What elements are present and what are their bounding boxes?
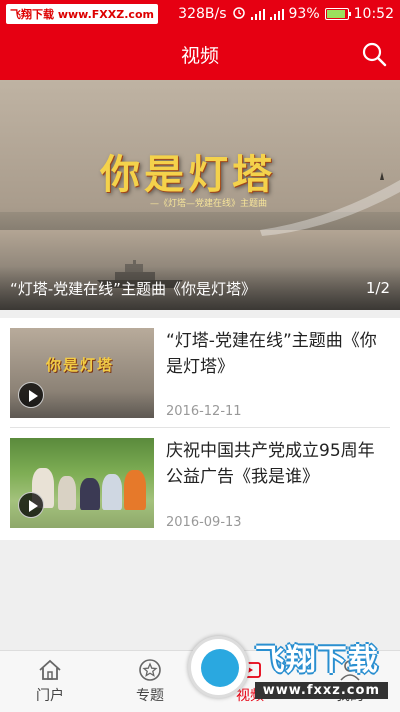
watermark-url: www.fxxz.com (254, 682, 388, 699)
clock: 10:52 (353, 6, 394, 22)
play-icon (18, 492, 44, 518)
search-icon (362, 42, 387, 67)
video-thumbnail: 你是灯塔 (10, 328, 154, 418)
video-date: 2016-09-13 (166, 515, 242, 530)
watermark-overlay: 飞翔下载 www.fxxz.com (188, 632, 388, 702)
star-icon (139, 659, 161, 681)
banner-caption-text: “灯塔-党建在线”主题曲《你是灯塔》 (10, 279, 256, 298)
video-thumbnail (10, 438, 154, 528)
video-date: 2016-12-11 (166, 404, 242, 419)
banner-carousel[interactable]: 你是灯塔 —《灯塔—党建在线》主题曲 “灯塔-党建在线”主题曲《你是灯塔》 1/… (0, 80, 400, 310)
signal-4g-icon (269, 8, 284, 20)
home-icon (39, 659, 61, 680)
status-indicators: 328B/s 93% 10:52 (178, 5, 394, 23)
nav-home-label: 门户 (36, 688, 64, 704)
signal-2g-icon (250, 8, 265, 20)
search-button[interactable] (360, 40, 388, 68)
watermark-brand: 飞翔下载 (254, 643, 379, 678)
banner-headline: 你是灯塔 (100, 151, 276, 198)
banner-subline: —《灯塔—党建在线》主题曲 (150, 199, 268, 209)
banner-page-indicator: 1/2 (365, 279, 390, 297)
nav-topics[interactable]: 专题 (100, 651, 200, 712)
play-icon (18, 382, 44, 408)
watermark-badge: 飞翔下载 www.FXXZ.com (6, 4, 158, 24)
status-bar: 飞翔下载 www.FXXZ.com 328B/s 93% 10:52 (0, 0, 400, 28)
alarm-icon (232, 5, 246, 23)
nav-topics-label: 专题 (136, 688, 164, 704)
video-title: “灯塔-党建在线”主题曲《你是灯塔》 (166, 331, 377, 377)
banner-shoreline (0, 212, 400, 230)
list-item[interactable]: 你是灯塔 “灯塔-党建在线”主题曲《你是灯塔》 2016-12-11 (10, 318, 390, 428)
video-title: 庆祝中国共产党成立95周年公益广告《我是谁》 (166, 441, 375, 487)
page-title: 视频 (180, 44, 219, 67)
nav-home[interactable]: 门户 (0, 651, 100, 712)
list-item[interactable]: 庆祝中国共产党成立95周年公益广告《我是谁》 2016-09-13 (10, 428, 390, 538)
watermark-logo (188, 636, 249, 698)
network-speed: 328B/s (178, 6, 227, 22)
thumbnail-caption: 你是灯塔 (46, 356, 115, 374)
video-list: 你是灯塔 “灯塔-党建在线”主题曲《你是灯塔》 2016-12-11 庆祝中国共… (0, 318, 400, 540)
banner-caption: “灯塔-党建在线”主题曲《你是灯塔》 1/2 (0, 266, 400, 310)
battery-icon (324, 8, 351, 20)
app-header: 视频 (0, 28, 400, 80)
battery-percent: 93% (288, 6, 320, 22)
